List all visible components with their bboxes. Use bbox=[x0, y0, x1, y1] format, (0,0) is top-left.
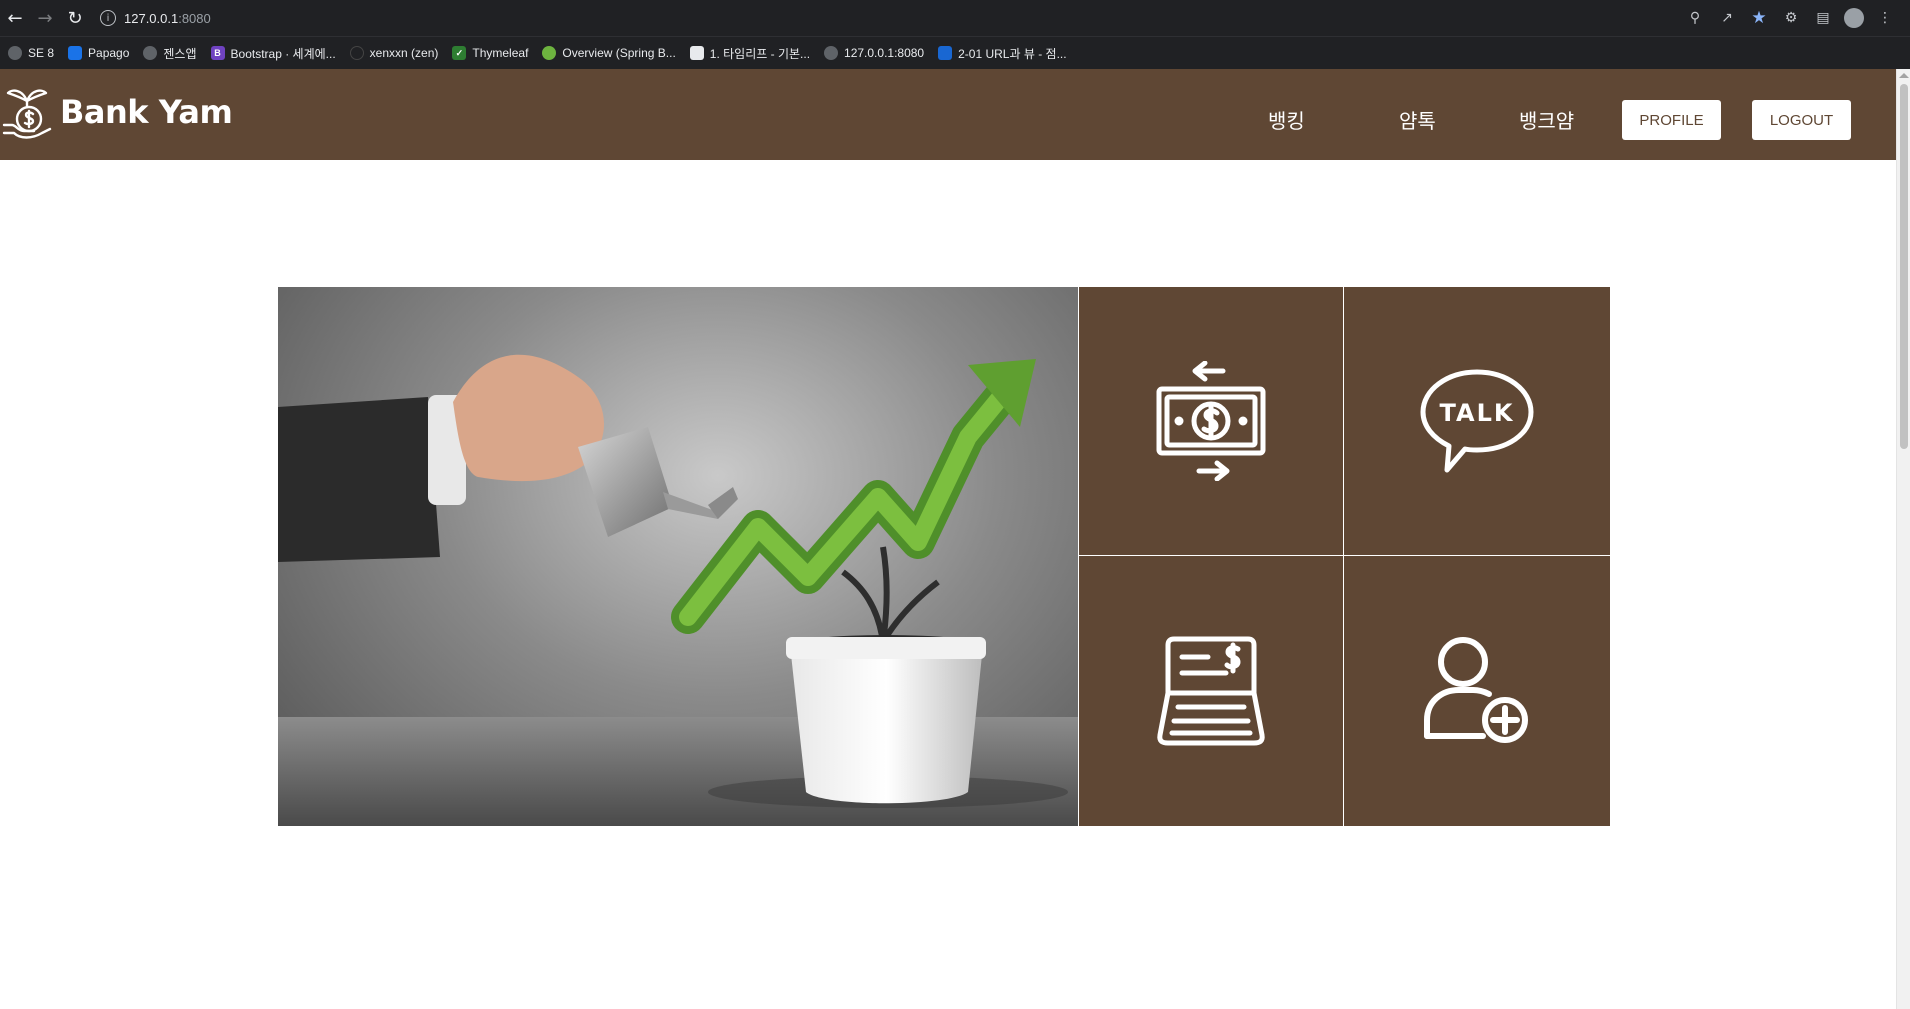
extensions-icon[interactable]: ⚙ bbox=[1780, 7, 1802, 29]
forward-icon[interactable]: → bbox=[30, 3, 60, 33]
share-icon[interactable]: ↗ bbox=[1716, 7, 1738, 29]
site-info-icon[interactable]: i bbox=[100, 10, 116, 26]
bookmarks-bar: SE 8 Papago 젠스앱 B Bootstrap · 세계에... xenx… bbox=[0, 36, 1910, 69]
profile-button[interactable]: PROFILE bbox=[1622, 100, 1721, 140]
bookmark-icon bbox=[349, 46, 364, 60]
scrollbar-thumb[interactable] bbox=[1900, 84, 1908, 449]
logo[interactable]: Bank Yam bbox=[2, 83, 233, 141]
add-user-icon bbox=[1424, 637, 1528, 743]
address-bar[interactable]: i 127.0.0.1 :8080 bbox=[100, 4, 1684, 32]
transfer-tile[interactable] bbox=[1079, 287, 1343, 555]
reload-icon[interactable]: ↻ bbox=[60, 3, 90, 33]
back-icon[interactable]: ← bbox=[0, 3, 30, 33]
bookmark-icon bbox=[8, 46, 22, 60]
signup-tile[interactable] bbox=[1344, 556, 1610, 826]
side-panel-icon[interactable]: ▤ bbox=[1812, 7, 1834, 29]
bookmark-item[interactable]: Papago bbox=[68, 46, 129, 60]
bookmark-item[interactable]: 젠스앱 bbox=[143, 45, 197, 62]
hero-image bbox=[278, 287, 1078, 826]
bookmark-icon bbox=[143, 46, 158, 60]
bookmark-icon bbox=[68, 46, 83, 60]
bookmark-item[interactable]: Overview (Spring B... bbox=[542, 46, 676, 60]
bookmark-icon bbox=[824, 46, 839, 60]
account-tile[interactable] bbox=[1079, 556, 1343, 826]
page-scrollbar[interactable] bbox=[1896, 69, 1910, 1009]
bookmark-item[interactable]: 1. 타임리프 - 기본... bbox=[689, 45, 810, 62]
talk-text: TALK bbox=[1440, 399, 1515, 427]
talk-bubble-icon: TALK bbox=[1420, 369, 1534, 473]
bookmark-star-icon[interactable]: ★ bbox=[1748, 7, 1770, 29]
bookmark-item[interactable]: B Bootstrap · 세계에... bbox=[210, 45, 336, 62]
logo-text: Bank Yam bbox=[60, 93, 233, 131]
bookmark-icon bbox=[689, 46, 704, 60]
logout-button[interactable]: LOGOUT bbox=[1752, 100, 1851, 140]
nav-banking[interactable]: 뱅킹 bbox=[1268, 105, 1305, 134]
bookmark-item[interactable]: 127.0.0.1:8080 bbox=[824, 46, 924, 60]
bookmark-item[interactable]: ✓ Thymeleaf bbox=[452, 46, 528, 60]
money-plant-logo-icon bbox=[2, 89, 52, 139]
nav-bankyam[interactable]: 뱅크얌 bbox=[1519, 105, 1574, 134]
menu-icon[interactable]: ⋮ bbox=[1874, 7, 1896, 29]
bookmark-icon: B bbox=[210, 46, 225, 60]
invoice-receipt-icon bbox=[1157, 636, 1265, 746]
url-host: 127.0.0.1 bbox=[124, 10, 179, 26]
bookmark-icon: ✓ bbox=[452, 46, 467, 60]
bookmark-item[interactable]: 2-01 URL과 뷰 - 점... bbox=[938, 45, 1067, 62]
bookmark-icon bbox=[938, 46, 953, 60]
growth-plant-illustration bbox=[278, 354, 1078, 826]
profile-avatar[interactable] bbox=[1844, 8, 1864, 28]
money-transfer-icon bbox=[1156, 361, 1266, 481]
bookmark-item[interactable]: xenxxn (zen) bbox=[349, 46, 438, 60]
site-header: Bank Yam 뱅킹 얌톡 뱅크얌 PROFILE LOGOUT bbox=[0, 69, 1896, 160]
url-port: :8080 bbox=[178, 10, 211, 26]
bookmark-icon bbox=[542, 46, 557, 60]
nav-yamtalk[interactable]: 얌톡 bbox=[1399, 105, 1436, 134]
bookmark-item[interactable]: SE 8 bbox=[8, 46, 54, 60]
browser-toolbar: ← → ↻ i 127.0.0.1 :8080 ⚲ ↗ ★ ⚙ ▤ ⋮ bbox=[0, 0, 1910, 36]
scroll-up-icon[interactable] bbox=[1899, 73, 1909, 78]
talk-tile[interactable]: TALK bbox=[1344, 287, 1610, 555]
zoom-icon[interactable]: ⚲ bbox=[1684, 7, 1706, 29]
